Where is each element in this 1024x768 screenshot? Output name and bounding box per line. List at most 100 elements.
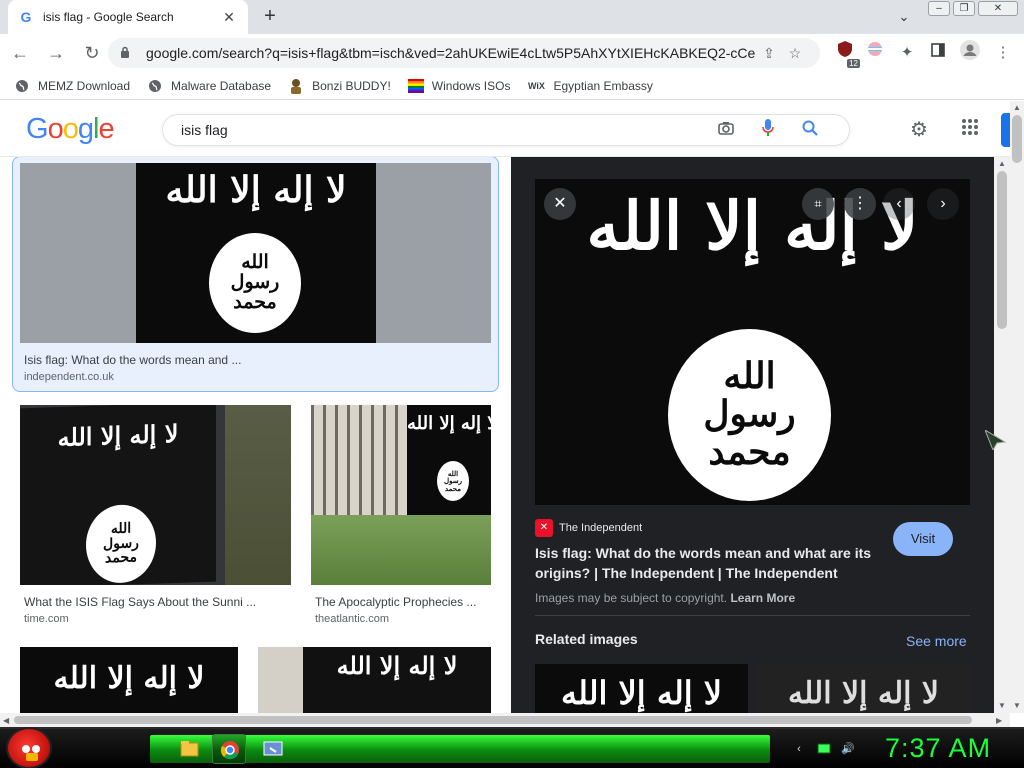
visit-button[interactable]: Visit bbox=[893, 522, 953, 556]
volume-icon[interactable]: 🔊 bbox=[841, 742, 855, 756]
scroll-down-arrow-icon[interactable]: ▼ bbox=[998, 701, 1006, 710]
horizontal-scrollbar[interactable]: ◀ ▶ bbox=[0, 713, 1010, 727]
bookmark-windows-isos[interactable]: Windows ISOs bbox=[407, 78, 510, 94]
search-icon[interactable] bbox=[789, 120, 831, 140]
extension-ublock-icon[interactable]: 12 bbox=[832, 40, 860, 68]
extensions-puzzle-icon[interactable]: ✦ bbox=[894, 40, 920, 66]
share-icon[interactable]: ⇪ bbox=[756, 45, 782, 62]
preview-source[interactable]: ✕ The Independent bbox=[535, 519, 642, 537]
new-tab-button[interactable]: + bbox=[258, 4, 282, 28]
result-thumbnail[interactable]: لا إله إلا الله الله رسول محمد bbox=[20, 163, 491, 343]
bookmark-malware-database[interactable]: Malware Database bbox=[147, 78, 271, 94]
minimize-button[interactable]: ‒ bbox=[928, 1, 950, 16]
start-button-angry-bird-icon[interactable] bbox=[6, 727, 52, 768]
result-thumbnail[interactable]: لا إله إلا الله الله رسول محمد bbox=[20, 405, 291, 585]
screen-capture-icon[interactable] bbox=[256, 734, 290, 764]
chrome-taskbar-icon[interactable] bbox=[212, 734, 246, 764]
microphone-icon[interactable] bbox=[747, 119, 789, 141]
preview-flag-image[interactable]: لا إله إلا الله الله رسول محمد bbox=[535, 179, 970, 505]
image-result-card[interactable]: لا إله إلا الله الله رسول محمد Isis flag… bbox=[20, 163, 491, 388]
scroll-right-arrow-icon[interactable]: ▶ bbox=[996, 716, 1002, 725]
preview-source-name: The Independent bbox=[559, 522, 643, 534]
browser-menu-icon[interactable]: ⋮ bbox=[990, 40, 1016, 66]
related-image[interactable]: لا إله إلا الله bbox=[535, 664, 748, 713]
more-options-icon[interactable]: ⋮ bbox=[844, 188, 876, 220]
result-caption[interactable]: What the ISIS Flag Says About the Sunni … bbox=[24, 595, 286, 609]
bookmark-bonzi-buddy[interactable]: Bonzi BUDDY! bbox=[288, 78, 391, 94]
seal-line: رسول bbox=[230, 271, 280, 294]
network-icon[interactable] bbox=[817, 742, 831, 756]
close-tab-icon[interactable]: ✕ bbox=[220, 9, 238, 26]
flag-image: لا إله إلا الله bbox=[20, 647, 238, 713]
google-logo[interactable]: Google bbox=[26, 113, 115, 146]
logo-letter: e bbox=[98, 113, 114, 145]
bookmark-label: Egyptian Embassy bbox=[553, 78, 653, 93]
flag-script: لا إله إلا الله bbox=[336, 651, 458, 680]
flag-image: لا إله إلا الله الله رسول محمد bbox=[136, 163, 376, 343]
lens-search-icon[interactable]: ⌗ bbox=[802, 188, 834, 220]
settings-gear-icon[interactable]: ⚙ bbox=[906, 117, 932, 143]
taskbar: ‹ 🔊 7:37 AM bbox=[0, 727, 1024, 768]
image-result-card[interactable]: لا إله إلا الله bbox=[20, 647, 238, 713]
page-scrollbar[interactable]: ▲ ▼ bbox=[1010, 101, 1024, 713]
restore-button[interactable]: ❐ bbox=[953, 1, 975, 16]
bookmark-label: Malware Database bbox=[171, 78, 272, 93]
preview-title[interactable]: Isis flag: What do the words mean and wh… bbox=[535, 543, 885, 583]
image-result-card[interactable]: لا إله إلا الله الله رسول محمد What the … bbox=[20, 405, 291, 630]
scroll-left-arrow-icon[interactable]: ◀ bbox=[3, 716, 9, 725]
tab-search-chevron-icon[interactable]: ⌄ bbox=[892, 5, 916, 29]
image-result-card[interactable]: لا إله إلا الله bbox=[258, 647, 491, 713]
apps-grid-icon[interactable] bbox=[957, 117, 983, 143]
scrollbar-thumb[interactable] bbox=[997, 171, 1007, 329]
scrollbar-thumb[interactable] bbox=[14, 716, 972, 724]
image-result-card[interactable]: لا إله إلا الله الله رسول محمد The Apoca… bbox=[311, 405, 491, 630]
related-image[interactable]: لا إله إلا الله bbox=[757, 664, 970, 713]
result-thumbnail[interactable]: لا إله إلا الله bbox=[258, 647, 491, 713]
learn-more-link[interactable]: Learn More bbox=[730, 591, 795, 605]
image-preview-panel: لا إله إلا الله الله رسول محمد ✕ ⌗ ⋮ ‹ ›… bbox=[511, 157, 994, 713]
back-icon[interactable]: ← bbox=[4, 37, 36, 69]
flag-seal: الله رسول محمد bbox=[668, 329, 831, 501]
reload-icon[interactable]: ↻ bbox=[76, 37, 108, 69]
extension-pride-icon[interactable] bbox=[862, 40, 888, 66]
tray-arrow-icon[interactable]: ‹ bbox=[792, 742, 806, 756]
independent-favicon-icon: ✕ bbox=[535, 519, 553, 537]
flag-seal: الله رسول محمد bbox=[437, 461, 469, 501]
taskbar-clock[interactable]: 7:37 AM bbox=[885, 733, 991, 764]
bookmark-memz-download[interactable]: MEMZ Download bbox=[14, 78, 130, 94]
previous-image-icon[interactable]: ‹ bbox=[883, 188, 915, 220]
forward-icon[interactable]: → bbox=[40, 37, 72, 69]
result-source[interactable]: independent.co.uk bbox=[24, 371, 114, 383]
bookmark-star-icon[interactable]: ☆ bbox=[782, 45, 808, 62]
bird-beak bbox=[26, 753, 38, 761]
seal-line: محمد bbox=[105, 549, 137, 567]
result-caption[interactable]: Isis flag: What do the words mean and ..… bbox=[24, 353, 484, 367]
extension-badge: 12 bbox=[847, 59, 860, 68]
tab-google-search[interactable]: G isis flag - Google Search ✕ bbox=[8, 0, 248, 34]
scrollbar-thumb[interactable] bbox=[1012, 115, 1022, 163]
result-source[interactable]: theatlantic.com bbox=[315, 613, 389, 625]
scroll-up-arrow-icon[interactable]: ▲ bbox=[1013, 103, 1021, 112]
bookmark-egyptian-embassy[interactable]: WiX Egyptian Embassy bbox=[527, 78, 653, 94]
search-box[interactable]: isis flag bbox=[162, 114, 850, 146]
camera-search-icon[interactable] bbox=[705, 121, 747, 139]
close-window-button[interactable]: ✕ bbox=[978, 1, 1018, 16]
flag-script: لا إله إلا الله bbox=[407, 413, 491, 434]
profile-avatar-icon[interactable] bbox=[957, 40, 983, 66]
next-image-icon[interactable]: › bbox=[927, 188, 959, 220]
close-preview-icon[interactable]: ✕ bbox=[544, 188, 576, 220]
side-panel-icon[interactable] bbox=[925, 40, 951, 66]
result-thumbnail[interactable]: لا إله إلا الله الله رسول محمد bbox=[311, 405, 491, 585]
result-caption[interactable]: The Apocalyptic Prophecies ... bbox=[315, 595, 491, 609]
see-more-link[interactable]: See more bbox=[906, 633, 967, 649]
file-explorer-icon[interactable] bbox=[172, 734, 206, 764]
result-source[interactable]: time.com bbox=[24, 613, 69, 625]
seal-line: الله bbox=[723, 355, 776, 398]
google-header: Google isis flag ⚙ bbox=[0, 101, 1011, 157]
scroll-up-arrow-icon[interactable]: ▲ bbox=[998, 159, 1006, 168]
address-bar[interactable]: google.com/search?q=isis+flag&tbm=isch&v… bbox=[108, 38, 820, 68]
image-results-grid: لا إله إلا الله الله رسول محمد Isis flag… bbox=[0, 157, 510, 713]
seal-line: رسول bbox=[703, 393, 796, 436]
search-input[interactable]: isis flag bbox=[181, 122, 705, 138]
scroll-down-arrow-icon[interactable]: ▼ bbox=[1013, 701, 1021, 710]
